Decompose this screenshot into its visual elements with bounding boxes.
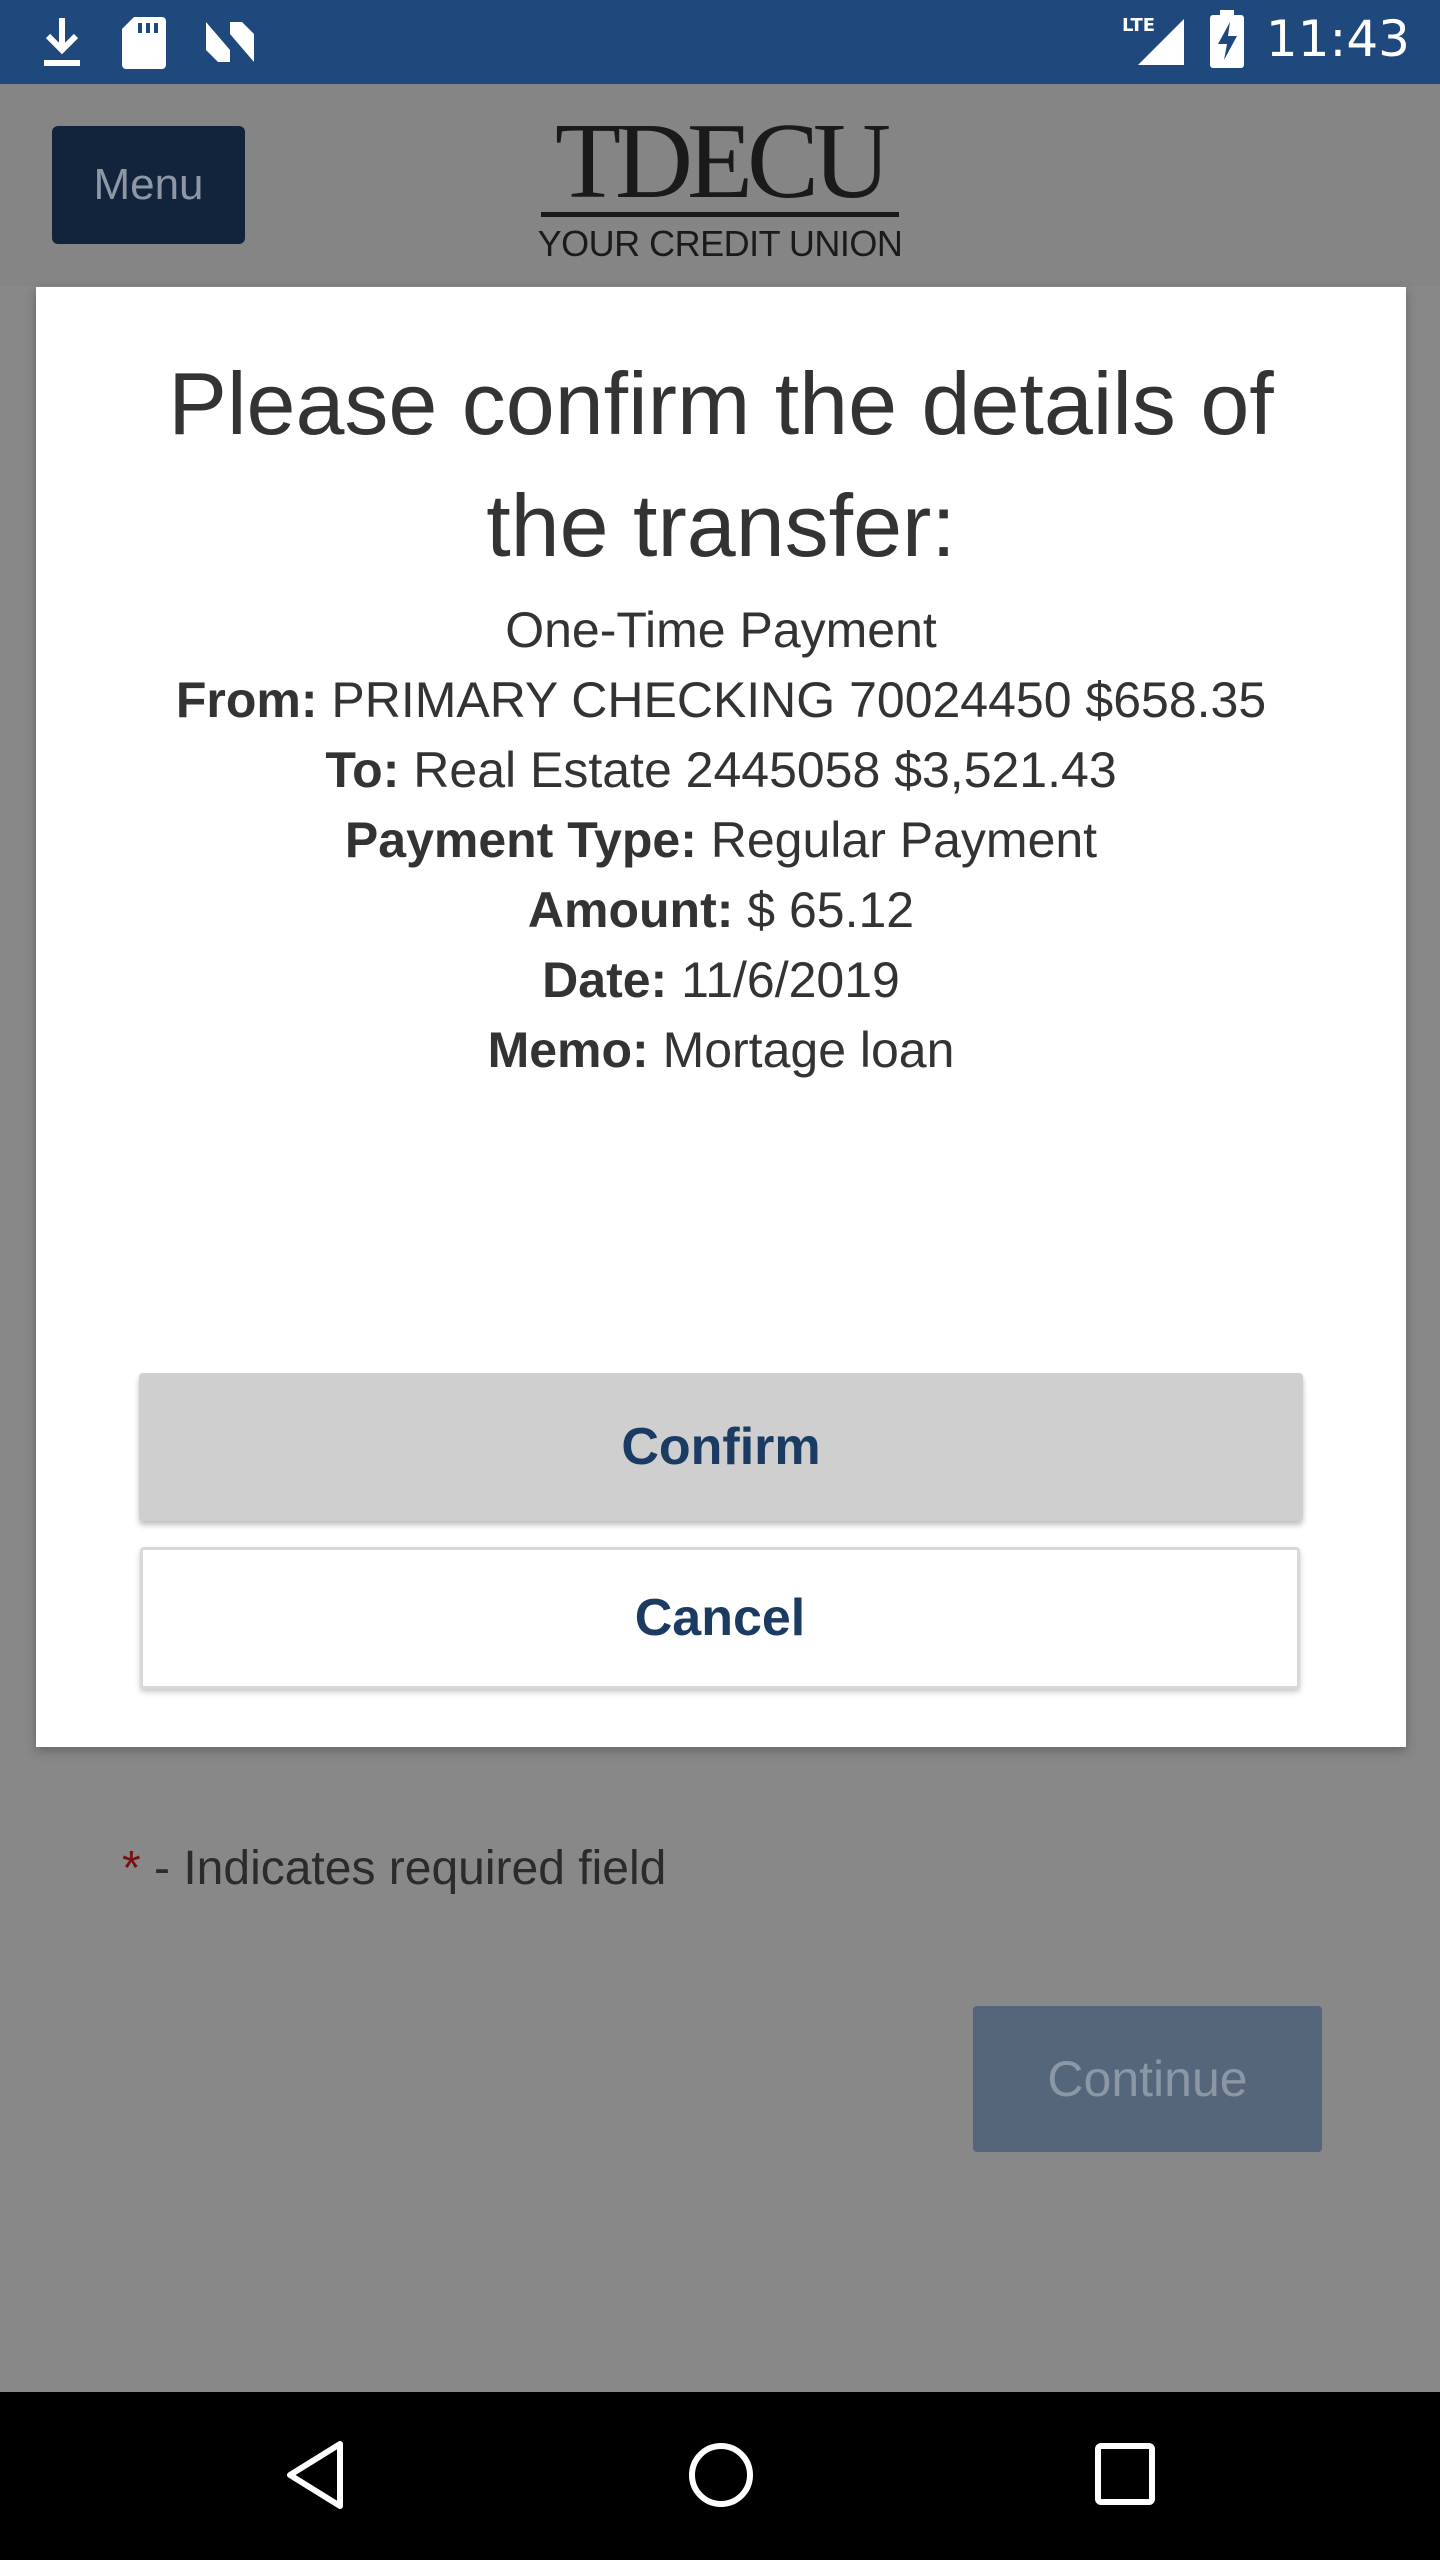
detail-label: Memo: [487, 1022, 649, 1078]
dialog-title: Please confirm the details of the transf… [168, 354, 1274, 575]
app-header: Menu TDECU YOUR CREDIT UNION [0, 84, 1440, 286]
detail-value: Regular Payment [710, 812, 1098, 868]
status-bar: LTE 11:43 [0, 0, 1440, 84]
system-nav-bar [0, 2392, 1440, 2560]
clock: 11:43 [1265, 10, 1410, 68]
detail-label: Amount: [527, 882, 734, 938]
lte-signal-icon: LTE [1122, 11, 1188, 67]
detail-to: To: Real Estate 2445058 $3,521.43 [36, 735, 1406, 805]
detail-amount: Amount: $ 65.12 [36, 875, 1406, 945]
confirm-transfer-dialog: Please confirm the details of the transf… [36, 287, 1406, 1747]
recents-icon[interactable] [1093, 2438, 1157, 2517]
detail-value: Real Estate 2445058 $3,521.43 [413, 742, 1117, 798]
detail-value: $ 65.12 [747, 882, 915, 938]
confirm-button[interactable]: Confirm [139, 1373, 1303, 1521]
detail-date: Date: 11/6/2019 [36, 945, 1406, 1015]
required-note-text: - Indicates required field [140, 1842, 667, 1895]
download-icon [40, 14, 84, 70]
detail-label: Date: [542, 952, 668, 1008]
continue-button[interactable]: Continue [973, 2006, 1322, 2152]
logo-tagline: YOUR CREDIT UNION [537, 223, 903, 264]
detail-from: From: PRIMARY CHECKING 70024450 $658.35 [36, 665, 1406, 735]
menu-button[interactable]: Menu [52, 126, 245, 244]
detail-value: Mortage loan [662, 1022, 955, 1078]
n-logo-icon [204, 20, 256, 64]
transfer-details: One-Time Payment From: PRIMARY CHECKING … [36, 595, 1406, 1085]
logo-wordmark: TDECU [555, 102, 891, 221]
detail-payment-type: Payment Type: Regular Payment [36, 805, 1406, 875]
svg-text:LTE: LTE [1122, 15, 1155, 36]
required-field-note: * - Indicates required field [122, 1836, 682, 1902]
sd-card-icon [122, 15, 166, 69]
detail-value: 11/6/2019 [681, 952, 900, 1008]
battery-charging-icon [1209, 10, 1244, 68]
payment-kind: One-Time Payment [505, 602, 937, 658]
detail-label: From: [175, 672, 318, 728]
cancel-button[interactable]: Cancel [140, 1547, 1300, 1689]
detail-label: To: [325, 742, 400, 798]
detail-value: PRIMARY CHECKING 70024450 $658.35 [331, 672, 1267, 728]
detail-memo: Memo: Mortage loan [36, 1015, 1406, 1085]
back-icon[interactable] [282, 2438, 346, 2517]
detail-label: Payment Type: [344, 812, 697, 868]
required-star: * [122, 1842, 141, 1895]
home-icon[interactable] [686, 2438, 756, 2517]
tdecu-logo: TDECU YOUR CREDIT UNION [535, 102, 905, 265]
